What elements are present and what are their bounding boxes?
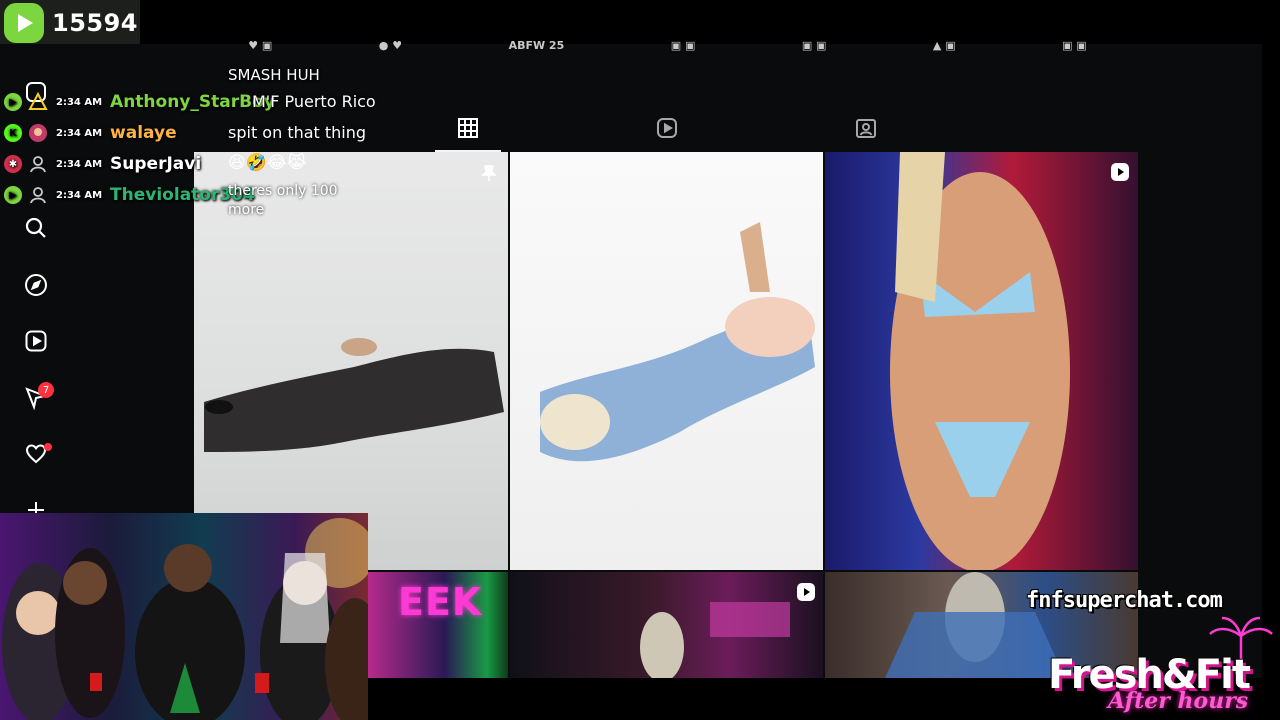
tab-tagged[interactable] bbox=[852, 114, 880, 142]
chat-username: walaye bbox=[110, 123, 177, 143]
chat-username: SuperJavi bbox=[110, 154, 202, 174]
rumble-platform-icon: ▶ bbox=[4, 93, 22, 111]
chat-timestamp: 2:34 AM bbox=[56, 127, 103, 139]
viewer-count-badge: 15594 bbox=[0, 0, 140, 46]
reels-icon[interactable] bbox=[22, 327, 50, 355]
tile-neon-text: EEK bbox=[398, 580, 483, 624]
kick-platform-icon: K bbox=[4, 124, 22, 142]
chat-message-row: K 2:34 AM walaye bbox=[0, 120, 177, 146]
chat-message-row: ✱ 2:34 AM SuperJavi bbox=[0, 151, 201, 177]
viewer-count: 15594 bbox=[52, 9, 138, 37]
chat-text: M'F Puerto Rico bbox=[252, 92, 376, 111]
top-strip-cropped: ♥ ▣ ● ♥ ABFW 25 ▣ ▣ ▣ ▣ ▲ ▣ ▣ ▣ bbox=[195, 36, 1140, 54]
chat-timestamp: 2:34 AM bbox=[56, 158, 103, 170]
notification-badge: 7 bbox=[38, 382, 54, 398]
strip-item: ● ♥ bbox=[378, 38, 403, 52]
post-tile-5[interactable] bbox=[510, 572, 823, 678]
rumble-play-icon bbox=[4, 3, 44, 43]
strip-item: ▣ ▣ bbox=[801, 38, 827, 52]
tab-reels[interactable] bbox=[653, 114, 681, 142]
reel-indicator-icon bbox=[1110, 162, 1130, 182]
chat-message-row: ▶ 2:34 AM Anthony_StarBoy bbox=[0, 89, 275, 115]
pin-icon bbox=[480, 164, 500, 184]
user-avatar-icon bbox=[28, 154, 48, 174]
reel-indicator-icon bbox=[796, 582, 816, 602]
platform-icon: ✱ bbox=[4, 155, 22, 173]
chat-text: theres only 100 more bbox=[228, 183, 338, 218]
strip-item: ABFW 25 bbox=[508, 38, 565, 52]
user-avatar-icon bbox=[28, 123, 48, 143]
user-avatar-icon bbox=[28, 92, 48, 112]
explore-icon[interactable] bbox=[22, 271, 50, 299]
after-hours-logo: After hours bbox=[1108, 688, 1249, 714]
strip-item: ▲ ▣ bbox=[932, 38, 956, 52]
superchat-url: fnfsuperchat.com bbox=[1026, 588, 1223, 613]
strip-item: ▣ ▣ bbox=[1062, 38, 1087, 52]
chat-message-row: ▶ 2:34 AM Theviolator304 bbox=[0, 182, 255, 208]
strip-item: ♥ ▣ bbox=[248, 38, 273, 52]
chat-timestamp: 2:34 AM bbox=[56, 189, 103, 201]
chat-partial-message: SMASH HUH bbox=[228, 66, 320, 84]
activity-dot bbox=[44, 443, 52, 451]
post-tile-2[interactable] bbox=[510, 152, 823, 570]
tab-posts[interactable] bbox=[454, 114, 482, 142]
user-avatar-icon bbox=[28, 185, 48, 205]
search-icon[interactable] bbox=[22, 214, 50, 242]
rumble-platform-icon: ▶ bbox=[4, 186, 22, 204]
chat-timestamp: 2:34 AM bbox=[56, 96, 103, 108]
chat-text: 😆🤣😂😹 bbox=[228, 153, 307, 173]
post-tile-4[interactable]: EEK bbox=[368, 572, 508, 678]
strip-item: ▣ ▣ bbox=[670, 38, 696, 52]
chat-text: spit on that thing bbox=[228, 123, 367, 142]
chat-username: Anthony_StarBoy bbox=[110, 92, 275, 112]
webcam-feed bbox=[0, 513, 368, 720]
post-tile-3[interactable] bbox=[825, 152, 1138, 570]
